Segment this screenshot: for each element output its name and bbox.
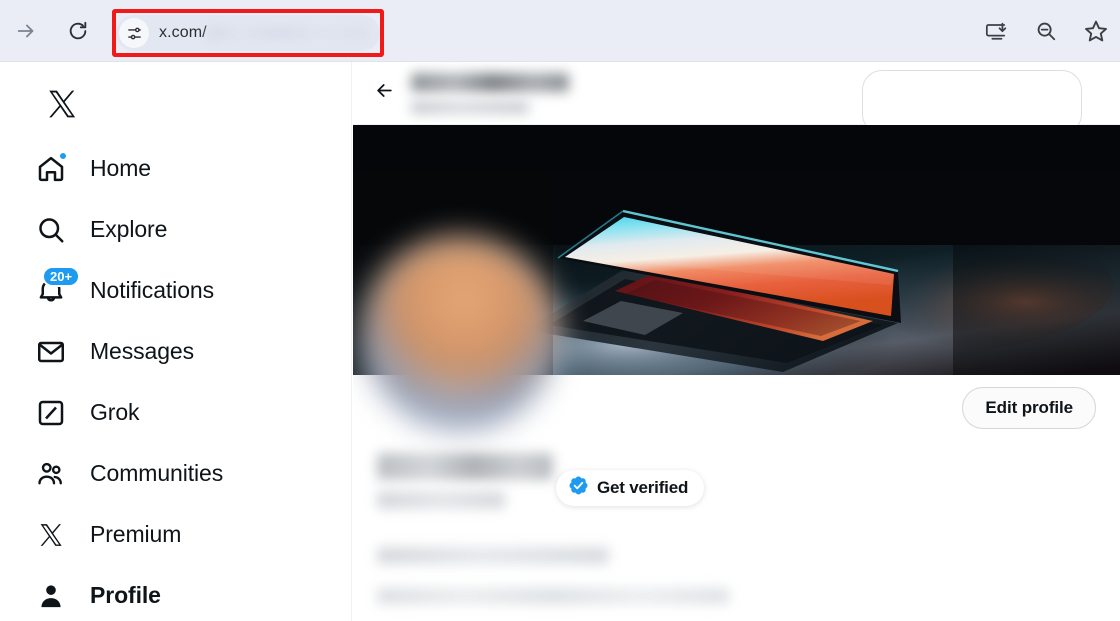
zoom-out-button[interactable] [1024, 9, 1068, 53]
grok-icon [30, 392, 72, 434]
sidebar-item-home[interactable]: Home [0, 138, 351, 199]
bookmark-star-icon [1084, 19, 1108, 43]
profile-main-column: Edit profile Get verified [353, 62, 1120, 621]
x-sidebar-nav: Home Explore 20+ Notifications Messages … [0, 62, 352, 621]
toolbar-right-actions [968, 0, 1120, 62]
communities-icon [30, 453, 72, 495]
x-logo-button[interactable] [30, 74, 94, 138]
home-unread-dot-badge [58, 150, 68, 161]
profile-identity-block: Get verified [353, 453, 1120, 604]
bookmark-button[interactable] [1074, 9, 1118, 53]
sidebar-item-label: Explore [90, 216, 168, 242]
back-button[interactable] [367, 76, 401, 110]
arrow-left-icon [375, 81, 394, 105]
get-verified-label: Get verified [597, 478, 689, 497]
sidebar-item-grok[interactable]: Grok [0, 382, 351, 443]
browser-window: x.com/ Home Explore 20+ Notifications Me… [0, 0, 1120, 621]
install-app-icon [985, 20, 1007, 42]
profile-actions-row: Edit profile [353, 375, 1120, 447]
sidebar-item-communities[interactable]: Communities [0, 443, 351, 504]
sidebar-item-label: Premium [90, 521, 182, 547]
edit-profile-button[interactable]: Edit profile [962, 387, 1096, 429]
header-display-name-redacted [411, 72, 569, 92]
sidebar-item-profile[interactable]: Profile [0, 565, 351, 621]
address-bar-highlight-box [112, 9, 384, 57]
profile-display-name-redacted [377, 453, 553, 480]
zoom-out-icon [1035, 20, 1057, 42]
sidebar-item-label: Grok [90, 399, 140, 425]
x-logo-icon [30, 514, 72, 556]
verified-badge-icon [568, 475, 589, 501]
reload-button[interactable] [56, 9, 100, 53]
browser-toolbar: x.com/ [0, 0, 1120, 62]
envelope-icon [30, 331, 72, 373]
profile-handle-redacted [377, 491, 505, 509]
notifications-count-badge: 20+ [42, 265, 81, 287]
bell-icon: 20+ [30, 265, 81, 312]
person-icon [30, 575, 72, 617]
header-post-count-redacted [411, 100, 529, 114]
header-titles [411, 72, 569, 114]
forward-button[interactable] [4, 9, 48, 53]
x-logo-icon [46, 88, 78, 125]
web-page: Home Explore 20+ Notifications Messages … [0, 62, 1120, 621]
install-app-button[interactable] [974, 9, 1018, 53]
sidebar-item-label: Notifications [90, 277, 214, 303]
sidebar-item-notifications[interactable]: 20+ Notifications [0, 260, 351, 321]
sidebar-item-label: Profile [90, 582, 161, 608]
sidebar-item-messages[interactable]: Messages [0, 321, 351, 382]
sidebar-item-label: Home [90, 155, 151, 181]
sidebar-item-premium[interactable]: Premium [0, 504, 351, 565]
profile-sticky-header [353, 62, 1120, 134]
sidebar-item-label: Communities [90, 460, 224, 486]
reload-icon [67, 20, 89, 42]
home-icon [30, 148, 72, 190]
profile-metadata-redacted [377, 588, 729, 604]
profile-bio-redacted [377, 547, 609, 564]
sidebar-item-explore[interactable]: Explore [0, 199, 351, 260]
arrow-right-icon [15, 20, 37, 42]
get-verified-button[interactable]: Get verified [556, 470, 705, 506]
search-icon [30, 209, 72, 251]
sidebar-item-label: Messages [90, 338, 195, 364]
